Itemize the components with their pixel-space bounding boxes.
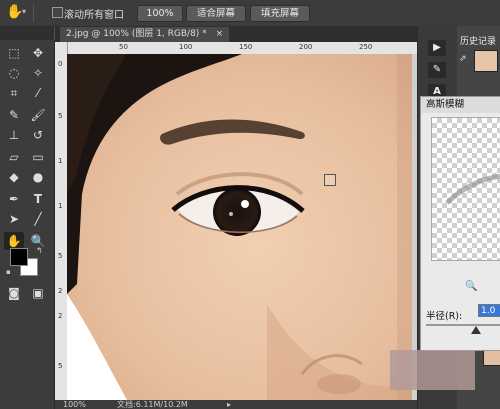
- face-photo: [67, 54, 412, 400]
- ruler-tick: 0: [58, 60, 63, 68]
- ruler-tick: 2: [58, 287, 63, 295]
- scroll-all-windows-label: 滚动所有窗口: [64, 10, 124, 21]
- blurred-patch: [390, 350, 475, 390]
- quick-mask-icon[interactable]: ◙: [4, 284, 24, 302]
- options-bar: ✋ ▾ 滚动所有窗口 100% 适合屏幕 填充屏幕: [0, 0, 500, 27]
- blur-preview[interactable]: [431, 117, 500, 261]
- type-tool-icon[interactable]: T: [28, 190, 48, 208]
- radius-label: 半径(R):: [426, 311, 463, 322]
- eraser-tool-icon[interactable]: ▱: [4, 148, 24, 166]
- brush-tool-icon[interactable]: 🖌: [28, 106, 48, 124]
- zoom-100-button[interactable]: 100%: [137, 5, 183, 22]
- lasso-tool-icon[interactable]: ◌: [4, 64, 24, 82]
- dodge-tool-icon[interactable]: ●: [28, 168, 48, 186]
- ruler-tick: 2: [58, 312, 63, 320]
- fill-screen-button[interactable]: 填充屏幕: [250, 5, 310, 22]
- scroll-all-windows-checkbox[interactable]: [52, 7, 63, 18]
- screen-mode-icon[interactable]: ▣: [28, 284, 48, 302]
- pen-tool-icon[interactable]: ✒: [4, 190, 24, 208]
- ruler-tick: 100: [179, 43, 193, 51]
- document-canvas[interactable]: [67, 54, 412, 400]
- clone-stamp-tool-icon[interactable]: ⊥: [4, 126, 24, 144]
- magic-wand-tool-icon[interactable]: ✧: [28, 64, 48, 82]
- radius-slider-thumb[interactable]: [471, 326, 481, 334]
- history-brush-tool-icon[interactable]: ↺: [28, 126, 48, 144]
- status-arrow-icon[interactable]: ▸: [227, 400, 231, 409]
- gaussian-blur-dialog: 高斯模糊 🔍 半径(R):: [420, 96, 500, 351]
- tool-preset-chevron-icon[interactable]: ▾: [22, 7, 26, 16]
- separator: [33, 4, 34, 22]
- brush-cursor: [324, 174, 336, 186]
- ruler-tick: 250: [359, 43, 373, 51]
- status-doc-size: 文档:6.11M/10.2M: [117, 400, 188, 409]
- ruler-tick: 50: [119, 43, 128, 51]
- ruler-tick: 1: [58, 202, 63, 210]
- close-tab-icon[interactable]: ×: [216, 29, 224, 39]
- brush-panel-icon[interactable]: ✎: [428, 62, 446, 78]
- healing-brush-tool-icon[interactable]: ✎: [4, 106, 24, 124]
- radius-input[interactable]: [478, 304, 500, 317]
- marquee-tool-icon[interactable]: ⬚: [4, 44, 24, 62]
- zoom-out-preview-icon[interactable]: 🔍: [465, 281, 477, 292]
- move-tool-icon[interactable]: ✥: [28, 44, 48, 62]
- status-bar: 100% 文档:6.11M/10.2M ▸: [55, 400, 417, 409]
- dialog-title: 高斯模糊: [421, 97, 500, 113]
- hand-tool-icon[interactable]: ✋: [6, 4, 23, 20]
- history-tab[interactable]: 历史记录: [460, 34, 496, 47]
- document-tab[interactable]: 2.jpg @ 100% (图层 1, RGB/8) * ×: [60, 27, 230, 42]
- ruler-tick: 5: [58, 362, 63, 370]
- line-tool-icon[interactable]: ╱: [28, 210, 48, 228]
- eyedropper-tool-icon[interactable]: ⁄: [28, 84, 48, 102]
- play-actions-icon[interactable]: ▶: [428, 40, 446, 56]
- ruler-tick: 5: [58, 252, 63, 260]
- radius-slider-track[interactable]: [426, 324, 500, 326]
- gradient-tool-icon[interactable]: ▭: [28, 148, 48, 166]
- toolbar-header: [0, 27, 54, 40]
- preview-stroke: [445, 173, 500, 205]
- ruler-tick: 1: [58, 157, 63, 165]
- swap-colors-icon[interactable]: ↰: [36, 246, 43, 255]
- blur-tool-icon[interactable]: ◆: [4, 168, 24, 186]
- ruler-tick: 5: [58, 112, 63, 120]
- foreground-color-swatch[interactable]: [10, 248, 28, 266]
- default-colors-icon[interactable]: ▪: [6, 268, 11, 276]
- history-brush-source-icon[interactable]: ⇗: [459, 54, 467, 64]
- crop-tool-icon[interactable]: ⌗: [4, 84, 24, 102]
- tools-panel: ⬚ ✥ ◌ ✧ ⌗ ⁄ ✎ 🖌 ⊥ ↺ ▱ ▭ ◆ ● ✒ T ➤ ╱ ✋ 🔍 …: [0, 40, 55, 409]
- path-selection-tool-icon[interactable]: ➤: [4, 210, 24, 228]
- fit-screen-button[interactable]: 适合屏幕: [186, 5, 246, 22]
- ruler-tick: 200: [299, 43, 313, 51]
- ruler-tick: 150: [239, 43, 253, 51]
- document-tab-title: 2.jpg @ 100% (图层 1, RGB/8) *: [66, 29, 207, 39]
- history-snapshot-thumbnail[interactable]: [474, 50, 498, 72]
- status-zoom[interactable]: 100%: [63, 400, 86, 409]
